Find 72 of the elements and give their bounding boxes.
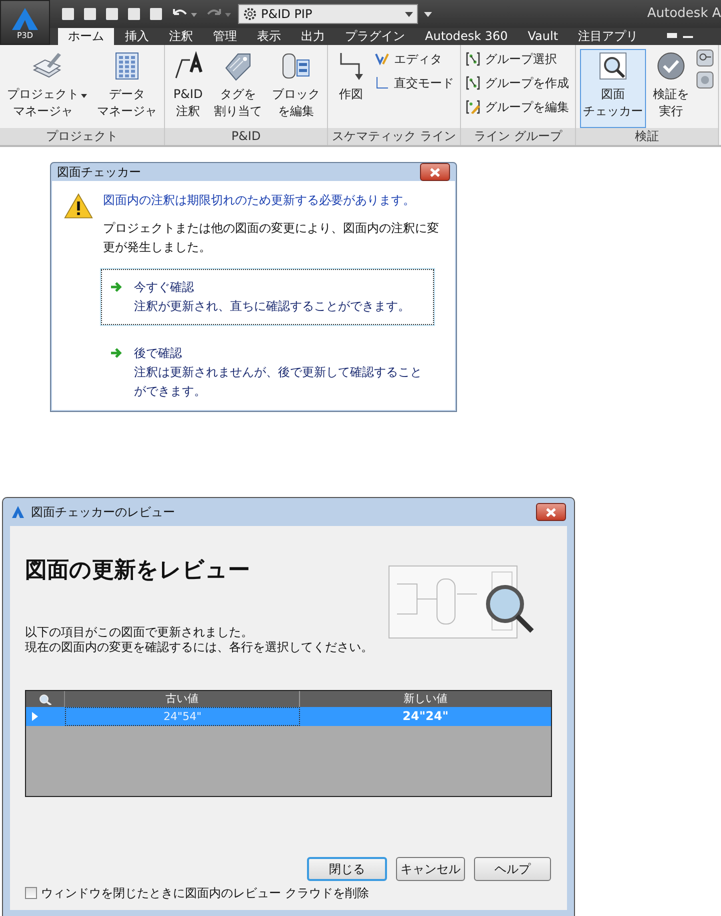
ribbon-button[interactable]: グループを編集 [465, 97, 571, 117]
ribbon-tab[interactable]: 注目アプリ [569, 28, 648, 45]
close-icon [546, 508, 556, 516]
ribbon-tab[interactable]: 注釈 [160, 28, 202, 45]
ribbon-button[interactable]: プロジェクト マネージャ [4, 49, 90, 128]
bracket-group-icon [465, 75, 481, 91]
bracket-group-icon [465, 51, 481, 67]
row-pointer-icon [32, 712, 38, 721]
panel-title: ライン グループ [461, 128, 575, 145]
ribbon-tab[interactable]: ホーム [58, 28, 114, 45]
ribbon-button[interactable]: エディタ [374, 49, 456, 69]
caret-icon[interactable] [424, 10, 432, 18]
ribbon-button[interactable]: グループ選択 [465, 49, 571, 69]
bracket-pencil-icon [465, 99, 481, 115]
arrow-icon [110, 347, 124, 359]
close-button[interactable] [536, 503, 566, 521]
ribbon-tab[interactable]: 出力 [292, 28, 334, 45]
panel-title: P&ID [165, 128, 327, 145]
logo-icon [11, 505, 25, 519]
gear-icon [243, 7, 257, 21]
close-icon [430, 168, 440, 176]
caret-icon [81, 94, 87, 98]
ribbon-button[interactable]: タグを 割り当て [211, 49, 265, 128]
dialog-heading: 図面の更新をレビュー [25, 557, 251, 585]
checkbox[interactable] [25, 887, 37, 899]
dialog-title: 図面チェッカー [57, 164, 141, 181]
warning-icon [64, 191, 93, 221]
dialog-button[interactable]: 閉じる [307, 857, 387, 881]
editor-icon [374, 51, 390, 67]
search-icon [38, 693, 52, 705]
ribbon-button[interactable]: グループを作成 [465, 73, 571, 93]
dialog-button[interactable]: ヘルプ [474, 857, 551, 881]
description-text: 現在の図面内の変更を確認するには、各行を選択してください。 [25, 640, 373, 655]
logo-icon [10, 6, 40, 32]
command-link[interactable]: 今すぐ確認 注釈が更新され、直ちに確認することができます。 [101, 269, 434, 325]
table-cell-text: 24"24" [402, 708, 450, 725]
column-header[interactable]: 新しい値 [300, 691, 551, 707]
caret-icon [405, 12, 413, 16]
command-link[interactable]: 後で確認 注釈は更新されませんが、後で更新して確認することができます。 [101, 335, 434, 410]
dialog-button[interactable]: キャンセル [396, 857, 465, 881]
application-button[interactable]: P3D [0, 0, 50, 45]
ribbon-button[interactable]: P&ID 注釈 [169, 49, 207, 128]
magnifier-sheet-icon [597, 50, 629, 82]
minimize-ribbon-icon[interactable] [665, 31, 696, 41]
ribbon-button[interactable]: 作図 [332, 49, 370, 128]
checkbox-label: ウィンドウを閉じたときに図面内のレビュー クラウドを削除 [41, 885, 369, 902]
app-label: P3D [16, 32, 34, 40]
message-text: 図面内の注釈は期限切れのため更新する必要があります。 [103, 192, 416, 209]
ribbon-tab[interactable]: Vault [518, 28, 568, 45]
ribbon-button[interactable]: ブロック を編集 [269, 49, 323, 128]
ribbon-button[interactable]: 直交モード [374, 73, 456, 93]
ribbon-tab[interactable]: 表示 [248, 28, 290, 45]
ribbon-tab[interactable]: 挿入 [116, 28, 158, 45]
checkmark-circle-icon [655, 50, 687, 82]
detail-text: プロジェクトまたは他の図面の変更により、図面内の注釈に変更が発生しました。 [103, 220, 440, 256]
panel-title: プロジェクト [0, 128, 164, 145]
description-text: 以下の項目がこの図面で更新されました。 [25, 625, 254, 640]
close-button[interactable] [420, 163, 450, 181]
ribbon-button[interactable]: 図面 チェッカー [580, 49, 646, 128]
window-title: Autodesk A [647, 5, 721, 24]
table-cell: 24"54" [65, 707, 300, 726]
arrow-icon [110, 281, 124, 293]
right-angle-icon [374, 75, 390, 91]
panel-title: 検証 [576, 128, 718, 145]
ribbon-tab[interactable]: 管理 [204, 28, 246, 45]
ribbon-tab[interactable]: Autodesk 360 [416, 28, 517, 45]
ribbon-button[interactable]: 検証を 実行 [650, 49, 692, 128]
ribbon-button[interactable]: データ マネージャ [94, 49, 160, 128]
workspace-dropdown[interactable]: P&ID PIP [238, 4, 418, 24]
ribbon-tab[interactable]: プラグイン [336, 28, 414, 45]
dialog-title: 図面チェッカーのレビュー [31, 504, 176, 521]
panel-title: スケマティック ライン [328, 128, 460, 145]
